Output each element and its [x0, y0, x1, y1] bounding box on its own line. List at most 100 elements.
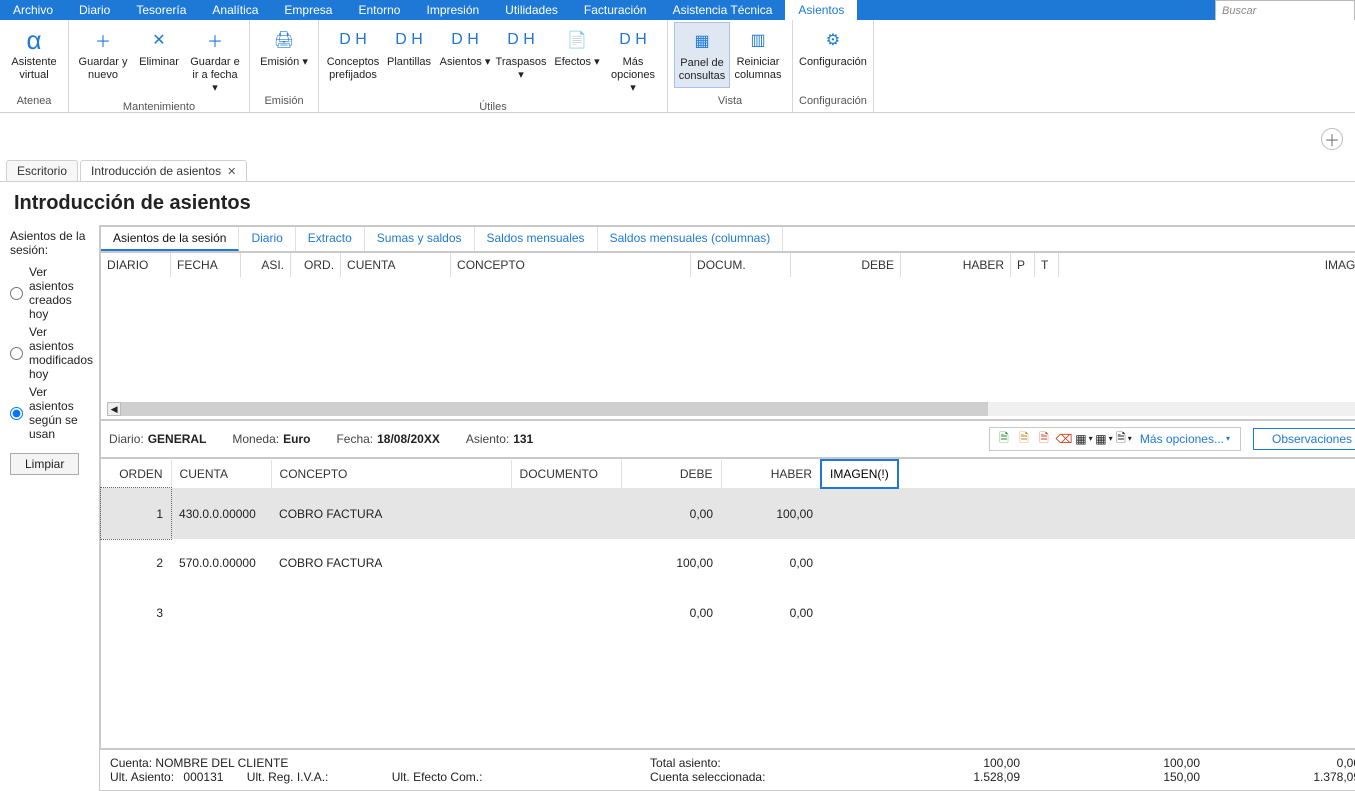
close-tab-icon[interactable]: ✕ [227, 165, 236, 178]
reiniciar-columnas-label: Reiniciar columnas [732, 56, 784, 82]
menu-impresion[interactable]: Impresión [413, 0, 492, 20]
scroll-thumb[interactable] [121, 402, 988, 416]
radio-input[interactable] [10, 407, 23, 420]
tab-diario[interactable]: Diario [239, 227, 295, 251]
entry-row[interactable]: 2570.0.0.00000COBRO FACTURA100,000,00 [101, 539, 1355, 589]
tab-asientos-sesion[interactable]: Asientos de la sesión [101, 227, 239, 251]
menu-asistencia[interactable]: Asistencia Técnica [660, 0, 786, 20]
cell-imagen [821, 588, 898, 638]
conceptos-prefijados-label: Conceptos prefijados [327, 56, 380, 82]
radio-input[interactable] [10, 287, 23, 300]
col-haber[interactable]: HABER [901, 253, 1011, 277]
ws-tab-introduccion[interactable]: Introducción de asientos ✕ [80, 160, 247, 181]
col-fecha[interactable]: FECHA [171, 253, 241, 277]
panel-de-consultas-button[interactable]: ▦Panel de consultas [674, 22, 730, 88]
col-t[interactable]: T [1035, 253, 1059, 277]
asistente-virtual-button[interactable]: αAsistente virtual [6, 22, 62, 86]
guardar-ir-a-fecha-button[interactable]: ＋Guardar e ir a fecha ▾ [187, 22, 243, 99]
tab-extracto[interactable]: Extracto [296, 227, 365, 251]
menu-asientos[interactable]: Asientos [785, 0, 857, 20]
menu-empresa[interactable]: Empresa [271, 0, 345, 20]
radio-creados-hoy[interactable]: Ver asientos creados hoy [10, 265, 93, 321]
asientos-utiles-label: Asientos ▾ [440, 56, 491, 69]
mas-opciones-label: Más opciones... [1140, 432, 1224, 446]
eliminar-button[interactable]: ✕Eliminar [131, 22, 187, 73]
ribbon-group-label: Vista [674, 93, 786, 110]
limpiar-button[interactable]: Limpiar [10, 453, 79, 475]
configuracion-button[interactable]: ⚙Configuración [805, 22, 861, 73]
grid3-icon[interactable]: 🗎▾ [1114, 430, 1134, 448]
col-diario[interactable]: DIARIO [101, 253, 171, 277]
asientos-utiles-button[interactable]: D H Asientos ▾ [437, 22, 493, 73]
asistente-virtual-label: Asistente virtual [8, 56, 60, 82]
col-debe2[interactable]: DEBE [621, 460, 721, 488]
guardar-ir-a-fecha-icon: ＋ [199, 26, 231, 54]
add-tab-icon[interactable]: ＋ [1321, 128, 1343, 150]
tab-saldos-mensuales[interactable]: Saldos mensuales [475, 227, 598, 251]
doc-star-icon[interactable]: 🗎 [1034, 430, 1054, 448]
menu-utilidades[interactable]: Utilidades [492, 0, 571, 20]
entry-row[interactable]: 30,000,00 [101, 588, 1355, 638]
menu-archivo[interactable]: Archivo [0, 0, 66, 20]
reiniciar-columnas-button[interactable]: ▥Reiniciar columnas [730, 22, 786, 86]
col-debe[interactable]: DEBE [791, 253, 901, 277]
cell-debe: 0,00 [621, 588, 721, 638]
entry-row[interactable]: 1430.0.0.00000COBRO FACTURA0,00100,00 [101, 488, 1355, 539]
col-cuenta2[interactable]: CUENTA [171, 460, 271, 488]
col-documento2[interactable]: DOCUMENTO [511, 460, 621, 488]
tab-saldos-mensuales-col[interactable]: Saldos mensuales (columnas) [598, 227, 784, 251]
grid1-icon[interactable]: ▦▾ [1074, 430, 1094, 448]
menu-entorno[interactable]: Entorno [345, 0, 413, 20]
efectos-button[interactable]: 📄Efectos ▾ [549, 22, 605, 73]
scroll-left-icon[interactable]: ◀ [107, 402, 121, 416]
col-cuenta[interactable]: CUENTA [341, 253, 451, 277]
emision-button[interactable]: 🖨Emisión ▾ [256, 22, 312, 73]
col-asi[interactable]: ASI. [241, 253, 291, 277]
col-imagen2[interactable]: IMAGEN(!) [821, 460, 898, 488]
asientos-utiles-icon: D H [449, 26, 481, 54]
mas-opciones-utiles-button[interactable]: D HMás opciones ▾ [605, 22, 661, 99]
menu-analitica[interactable]: Analítica [199, 0, 271, 20]
menu-tesoreria[interactable]: Tesorería [123, 0, 199, 20]
menu-diario[interactable]: Diario [66, 0, 123, 20]
tab-sumas-saldos[interactable]: Sumas y saldos [365, 227, 475, 251]
plantillas-button[interactable]: D HPlantillas [381, 22, 437, 73]
scroll-track[interactable] [121, 402, 1355, 416]
menu-facturacion[interactable]: Facturación [571, 0, 660, 20]
traspasos-icon: D H [505, 26, 537, 54]
mas-opciones-button[interactable]: Más opciones...▾ [1140, 432, 1230, 446]
traspasos-button[interactable]: D HTraspasos ▾ [493, 22, 549, 86]
col-haber2[interactable]: HABER [721, 460, 821, 488]
conceptos-prefijados-button[interactable]: D HConceptos prefijados [325, 22, 381, 86]
doc-add-icon[interactable]: 🗎 [994, 430, 1014, 448]
search-placeholder: Buscar [1216, 5, 1256, 17]
col-concepto2[interactable]: CONCEPTO [271, 460, 511, 488]
asiento-value: 131 [513, 432, 533, 446]
doc-del-icon[interactable]: ⌫ [1054, 430, 1074, 448]
ws-tab-label: Introducción de asientos [91, 164, 221, 178]
doc-edit-icon[interactable]: 🗎 [1014, 430, 1034, 448]
col-ord[interactable]: ORD. [291, 253, 341, 277]
col-docum[interactable]: DOCUM. [691, 253, 791, 277]
ult-asiento-value: 000131 [183, 770, 223, 784]
ribbon-group: D HConceptos prefijadosD HPlantillasD HA… [319, 20, 668, 112]
cell-concepto [271, 588, 511, 638]
radio-input[interactable] [10, 347, 23, 360]
grid2-icon[interactable]: ▦▾ [1094, 430, 1114, 448]
radio-segun-se-usan[interactable]: Ver asientos según se usan [10, 385, 93, 441]
horizontal-scrollbar[interactable]: ◀ ▶ [107, 402, 1355, 416]
col-orden[interactable]: ORDEN [101, 460, 171, 488]
cell-haber: 0,00 [721, 539, 821, 589]
radio-modificados-hoy[interactable]: Ver asientos modificados hoy [10, 325, 93, 381]
cell-cuenta: 570.0.0.00000 [171, 539, 271, 589]
col-p[interactable]: P [1011, 253, 1035, 277]
col-imagen[interactable]: IMAGEN [1059, 253, 1355, 277]
guardar-y-nuevo-button[interactable]: ＋Guardar y nuevo [75, 22, 131, 86]
observaciones-button[interactable]: Observaciones [1253, 428, 1355, 450]
search-input[interactable]: Buscar [1215, 0, 1355, 20]
cuenta-label: Cuenta: [110, 756, 152, 770]
col-concepto[interactable]: CONCEPTO [451, 253, 691, 277]
page-title: Introducción de asientos [0, 182, 1355, 225]
ws-tab-escritorio[interactable]: Escritorio [6, 160, 78, 181]
eliminar-icon: ✕ [143, 26, 175, 54]
